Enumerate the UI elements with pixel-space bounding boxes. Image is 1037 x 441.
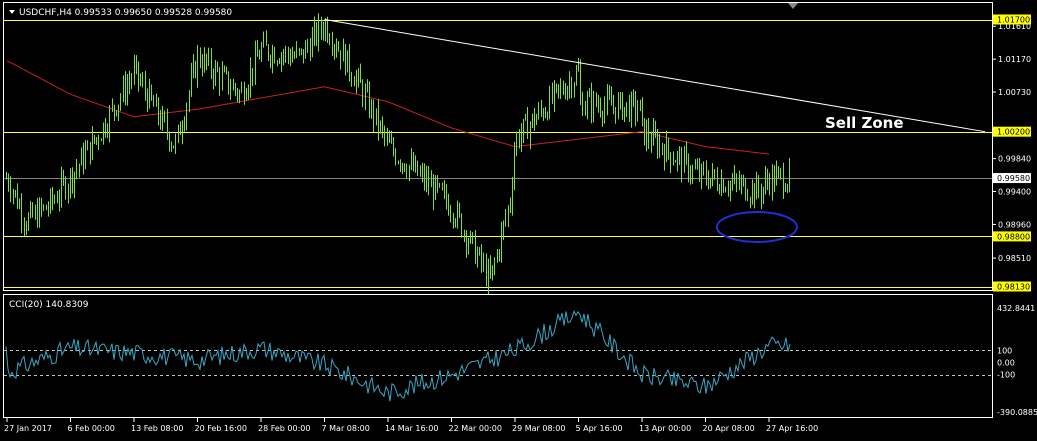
support-zone-ellipse[interactable] bbox=[716, 211, 798, 243]
time-tick-label: 13 Apr 00:00 bbox=[639, 424, 691, 433]
cci-level-label: 0.00 bbox=[997, 359, 1015, 368]
time-tick-label: 6 Feb 00:00 bbox=[68, 424, 115, 433]
time-tick-label: 29 Mar 08:00 bbox=[512, 424, 565, 433]
time-tick-label: 5 Apr 16:00 bbox=[576, 424, 623, 433]
price-tick-label: 0.99840 bbox=[998, 155, 1031, 164]
symbol-header: USDCHF,H4 0.99533 0.99650 0.99528 0.9958… bbox=[19, 8, 232, 18]
time-tick-label: 27 Apr 16:00 bbox=[766, 424, 818, 433]
price-panel-frame bbox=[3, 2, 993, 291]
cci-min-label: -390.0885 bbox=[997, 408, 1037, 417]
price-level-tag-label: 0.98800 bbox=[997, 232, 1030, 241]
price-level-tag-label: 1.01700 bbox=[997, 16, 1030, 25]
time-tick-label: 22 Mar 00:00 bbox=[449, 424, 502, 433]
cci-panel-frame bbox=[3, 294, 993, 418]
price-tick-label: 0.98510 bbox=[998, 254, 1031, 263]
cci-max-label: 432.8441 bbox=[997, 304, 1035, 313]
time-tick-label: 14 Mar 16:00 bbox=[385, 424, 438, 433]
price-levels bbox=[4, 20, 992, 288]
time-axis: 27 Jan 2017 6 Feb 00:00 13 Feb 08:00 20 Feb… bbox=[4, 418, 818, 433]
price-tick-label: 1.01170 bbox=[998, 55, 1031, 64]
current-price-tag-label: 0.99580 bbox=[997, 174, 1030, 183]
chart-shift-marker-icon[interactable] bbox=[788, 3, 798, 9]
menu-arrow-icon[interactable] bbox=[9, 10, 15, 14]
time-tick-label: 20 Feb 16:00 bbox=[195, 424, 247, 433]
cci-level-label: 100 bbox=[997, 346, 1012, 355]
time-tick-label: 7 Mar 08:00 bbox=[322, 424, 370, 433]
price-tick-label: 0.98960 bbox=[998, 220, 1031, 229]
price-axis: 1.016101.011701.007300.998400.994000.989… bbox=[992, 14, 1031, 292]
time-tick-label: 20 Apr 08:00 bbox=[703, 424, 755, 433]
cci-line bbox=[5, 309, 791, 402]
price-candles bbox=[6, 13, 790, 295]
price-tick-label: 1.00730 bbox=[998, 88, 1031, 97]
price-level-tag-label: 0.98130 bbox=[997, 283, 1030, 292]
cci-axis: 432.8441 -390.0885 100 0.00 -100 bbox=[997, 304, 1037, 417]
time-tick-label: 13 Feb 08:00 bbox=[131, 424, 183, 433]
price-level-tag-label: 1.00200 bbox=[997, 128, 1030, 137]
sell-zone-label[interactable]: Sell Zone bbox=[825, 114, 904, 132]
chart-window[interactable]: USDCHF,H4 0.99533 0.99650 0.99528 0.9958… bbox=[0, 0, 1037, 441]
price-tick-label: 0.99400 bbox=[998, 188, 1031, 197]
cci-level-label: -100 bbox=[997, 371, 1015, 380]
time-tick-label: 27 Jan 2017 bbox=[4, 424, 52, 433]
cci-header: CCI(20) 140.8309 bbox=[9, 300, 89, 310]
cci-indicator bbox=[4, 309, 992, 402]
time-tick-label: 28 Feb 00:00 bbox=[258, 424, 310, 433]
